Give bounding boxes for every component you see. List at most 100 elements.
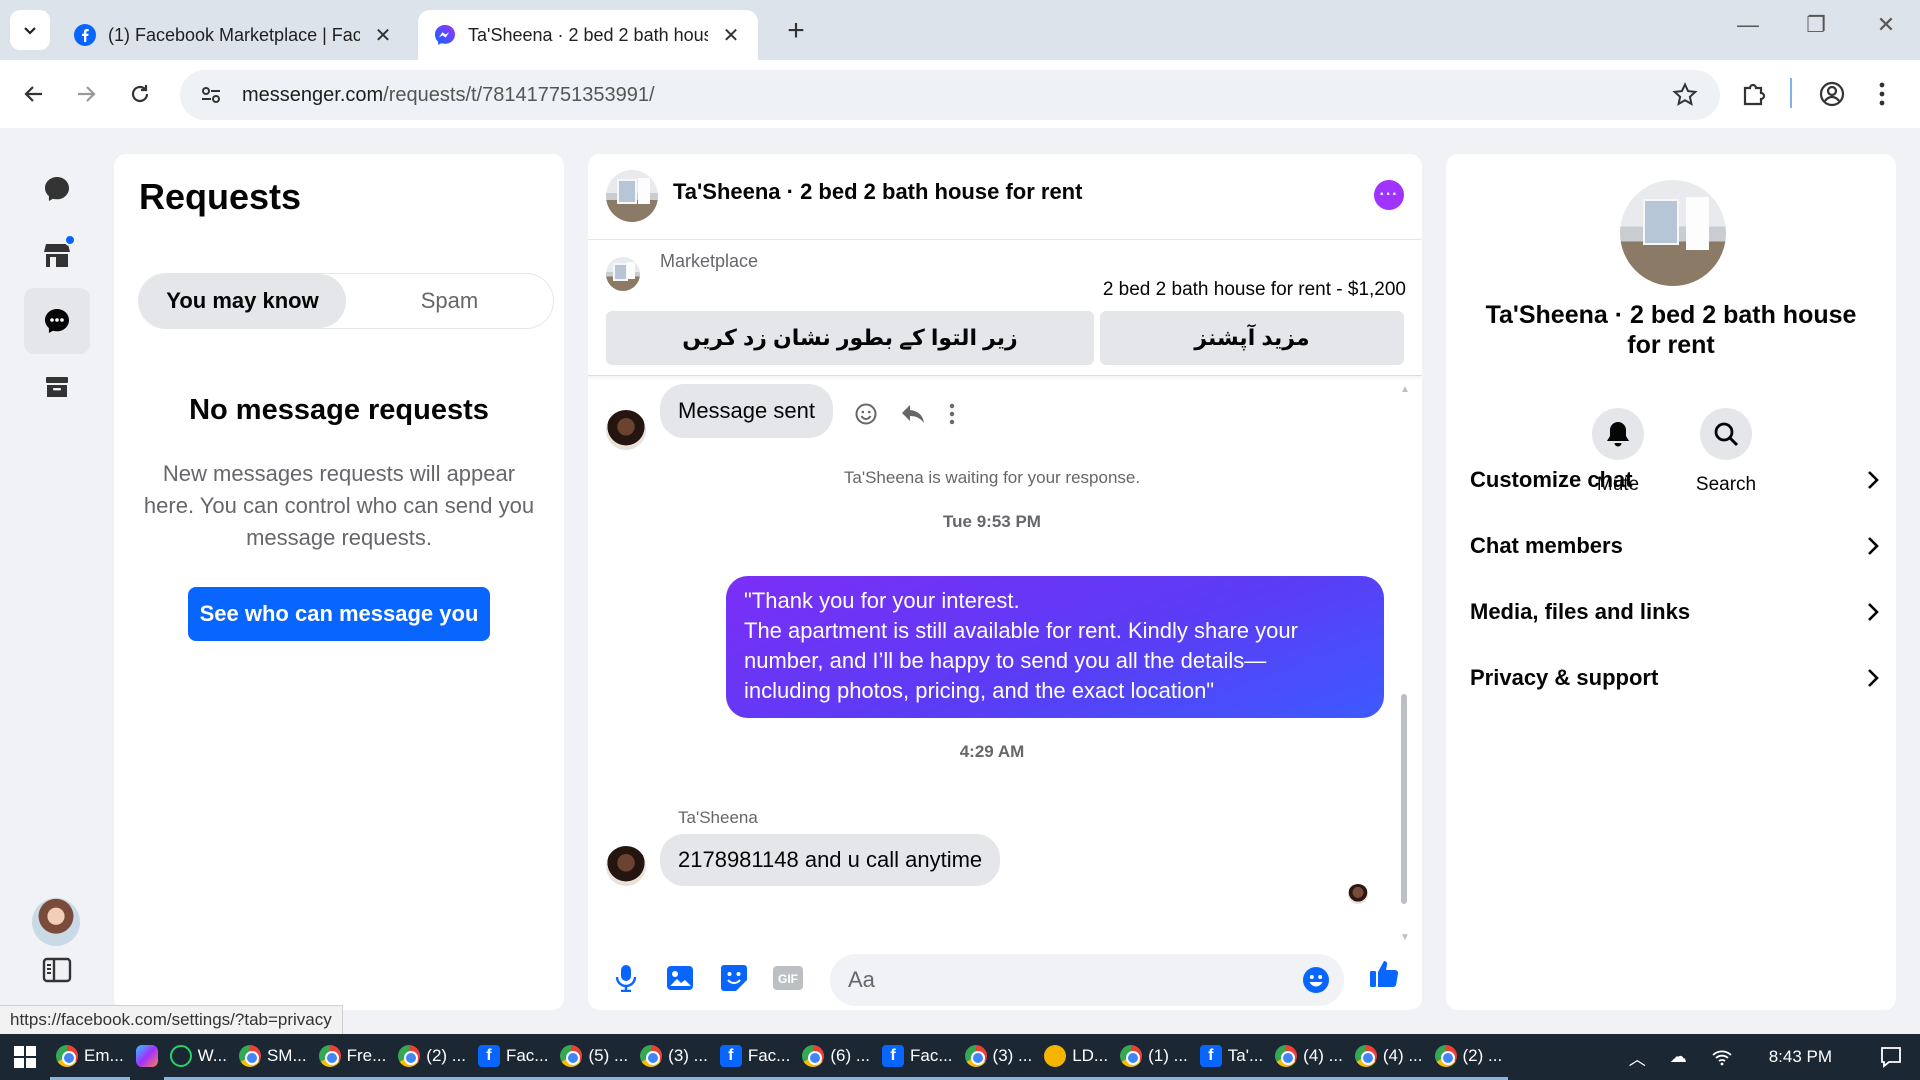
notification-center-icon[interactable] <box>1880 1046 1902 1068</box>
clock[interactable]: 8:43 PM <box>1769 1047 1832 1067</box>
user-avatar[interactable] <box>32 898 80 946</box>
message-list[interactable]: Message sent Ta'Sheena is waiting for yo… <box>588 376 1422 946</box>
taskbar-item[interactable]: (2) ... <box>1428 1034 1509 1080</box>
reply-arrow-icon[interactable] <box>900 403 926 425</box>
reload-icon <box>131 85 149 103</box>
taskbar-item-label: (4) ... <box>1382 1045 1423 1065</box>
taskbar-item[interactable]: W... <box>163 1034 233 1080</box>
rail-chats-button[interactable] <box>24 156 90 222</box>
taskbar-item[interactable]: (3) ... <box>958 1034 1039 1080</box>
taskbar-item[interactable] <box>130 1034 164 1080</box>
rail-requests-button[interactable] <box>24 288 90 354</box>
taskbar-item-label: Fac... <box>505 1045 549 1065</box>
details-avatar[interactable] <box>1620 180 1726 286</box>
taskbar-item[interactable]: f Ta'... <box>1193 1034 1270 1080</box>
listing-title-price[interactable]: 2 bed 2 bath house for rent - $1,200 <box>1103 279 1406 301</box>
taskbar-item[interactable]: LD... <box>1038 1034 1115 1080</box>
media-files-links-row[interactable]: Media, files and links <box>1470 587 1880 637</box>
taskbar-item[interactable]: Fre... <box>312 1034 393 1080</box>
conversation-title[interactable]: Ta'Sheena · 2 bed 2 bath house for rent <box>673 179 1082 205</box>
taskbar-item[interactable]: (3) ... <box>634 1034 714 1080</box>
start-button[interactable] <box>0 1046 50 1068</box>
marketplace-listing-card: Marketplace 2 bed 2 bath house for rent … <box>588 241 1422 376</box>
more-vertical-icon[interactable] <box>948 402 956 426</box>
chat-members-row[interactable]: Chat members <box>1470 521 1880 571</box>
taskbar-item-label: Ta'... <box>1227 1045 1264 1065</box>
close-icon[interactable]: ✕ <box>720 23 742 48</box>
react-emoji-icon[interactable] <box>854 402 878 426</box>
conversation-panel: Ta'Sheena · 2 bed 2 bath house for rent … <box>588 154 1422 1010</box>
taskbar-item[interactable]: (2) ... <box>392 1034 472 1080</box>
scroll-up-icon[interactable]: ▲ <box>1400 384 1410 395</box>
scrollbar[interactable]: ▲ ▼ <box>1398 384 1410 944</box>
taskbar-item-label: LD... <box>1072 1045 1109 1065</box>
taskbar-item[interactable]: (6) ... <box>796 1034 877 1080</box>
taskbar-item[interactable]: SM... <box>232 1034 313 1080</box>
gif-button[interactable]: GIF <box>770 960 806 996</box>
sender-avatar[interactable] <box>606 846 646 886</box>
listing-thumbnail[interactable] <box>606 257 640 291</box>
message-bubble-incoming[interactable]: 2178981148 and u call anytime <box>660 834 1001 886</box>
message-input[interactable]: Aa <box>830 954 1344 1006</box>
taskbar-item[interactable]: (4) ... <box>1348 1034 1429 1080</box>
taskbar-item[interactable]: f Fac... <box>713 1034 797 1080</box>
emoji-picker-button[interactable] <box>1302 966 1330 1000</box>
taskbar-item[interactable]: (5) ... <box>554 1034 635 1080</box>
customize-chat-row[interactable]: Customize chat <box>1470 455 1880 505</box>
arrow-left-icon <box>24 86 42 102</box>
tab-spam[interactable]: Spam <box>346 274 553 328</box>
taskbar-item-label: (3) ... <box>668 1045 708 1065</box>
site-settings-icon[interactable] <box>196 84 226 106</box>
chrome-icon <box>964 1044 987 1067</box>
see-who-can-message-button[interactable]: See who can message you <box>188 587 490 641</box>
tab-facebook-marketplace[interactable]: (1) Facebook Marketplace | Face ✕ <box>58 10 410 60</box>
tab-search-button[interactable] <box>10 10 50 50</box>
back-button[interactable] <box>14 76 54 112</box>
restore-icon[interactable]: ❐ <box>1796 12 1836 38</box>
extensions-puzzle-icon[interactable] <box>1740 80 1768 113</box>
conversation-avatar[interactable] <box>606 170 658 222</box>
reload-button[interactable] <box>120 76 160 112</box>
sidebar-toggle-button[interactable] <box>24 950 90 990</box>
attach-photo-button[interactable] <box>662 960 698 996</box>
taskbar-item-label: W... <box>197 1045 227 1065</box>
conversation-info-button[interactable]: ··· <box>1374 180 1404 210</box>
tab-you-may-know[interactable]: You may know <box>139 274 346 328</box>
rail-archive-button[interactable] <box>24 354 90 420</box>
link-hover-status-url: https://facebook.com/settings/?tab=priva… <box>0 1005 343 1035</box>
chevron-up-icon[interactable]: ︿ <box>1629 1045 1646 1070</box>
wifi-icon[interactable] <box>1711 1048 1733 1066</box>
bookmark-star-icon[interactable] <box>1672 82 1698 113</box>
close-icon[interactable]: ✕ <box>372 23 394 48</box>
privacy-support-row[interactable]: Privacy & support <box>1470 653 1880 703</box>
minimize-icon[interactable]: — <box>1728 12 1768 38</box>
sender-avatar[interactable] <box>606 410 646 450</box>
message-bubble-outgoing[interactable]: "Thank you for your interest. The apartm… <box>726 576 1384 718</box>
address-bar[interactable]: messenger.com/requests/t/781417751353991… <box>180 70 1720 120</box>
more-options-button[interactable]: مزید آپشنز <box>1100 311 1404 365</box>
windows-logo-icon <box>14 1046 36 1068</box>
mark-as-pending-button[interactable]: زیر التوا کے بطور نشان زد کریں <box>606 311 1094 365</box>
taskbar-item[interactable]: f Fac... <box>471 1034 555 1080</box>
rail-marketplace-button[interactable] <box>24 222 90 288</box>
scrollbar-thumb[interactable] <box>1401 694 1407 904</box>
new-tab-plus-icon[interactable]: + <box>778 14 814 48</box>
sticker-button[interactable] <box>716 960 752 996</box>
timestamp: 4:29 AM <box>959 742 1025 761</box>
forward-button[interactable] <box>66 76 106 112</box>
taskbar-item[interactable]: Em... <box>50 1034 130 1080</box>
voice-clip-button[interactable] <box>608 960 644 996</box>
send-like-button[interactable] <box>1366 956 1402 992</box>
window-close-icon[interactable]: ✕ <box>1866 12 1906 38</box>
tab-messenger-chat[interactable]: Ta'Sheena · 2 bed 2 bath house ✕ <box>418 10 758 60</box>
scroll-down-icon[interactable]: ▼ <box>1400 932 1410 943</box>
profile-icon[interactable] <box>1818 80 1846 113</box>
onedrive-cloud-icon[interactable]: ☁ <box>1670 1047 1687 1067</box>
taskbar-item[interactable]: (1) ... <box>1114 1034 1194 1080</box>
message-bubble-incoming[interactable]: Message sent <box>660 384 833 438</box>
facebook-icon: f <box>477 1044 500 1067</box>
taskbar-item[interactable]: (4) ... <box>1269 1034 1349 1080</box>
chrome-menu-icon[interactable] <box>1876 80 1888 113</box>
waiting-notice: Ta'Sheena is waiting for your response. <box>843 468 1141 487</box>
taskbar-item[interactable]: f Fac... <box>876 1034 959 1080</box>
